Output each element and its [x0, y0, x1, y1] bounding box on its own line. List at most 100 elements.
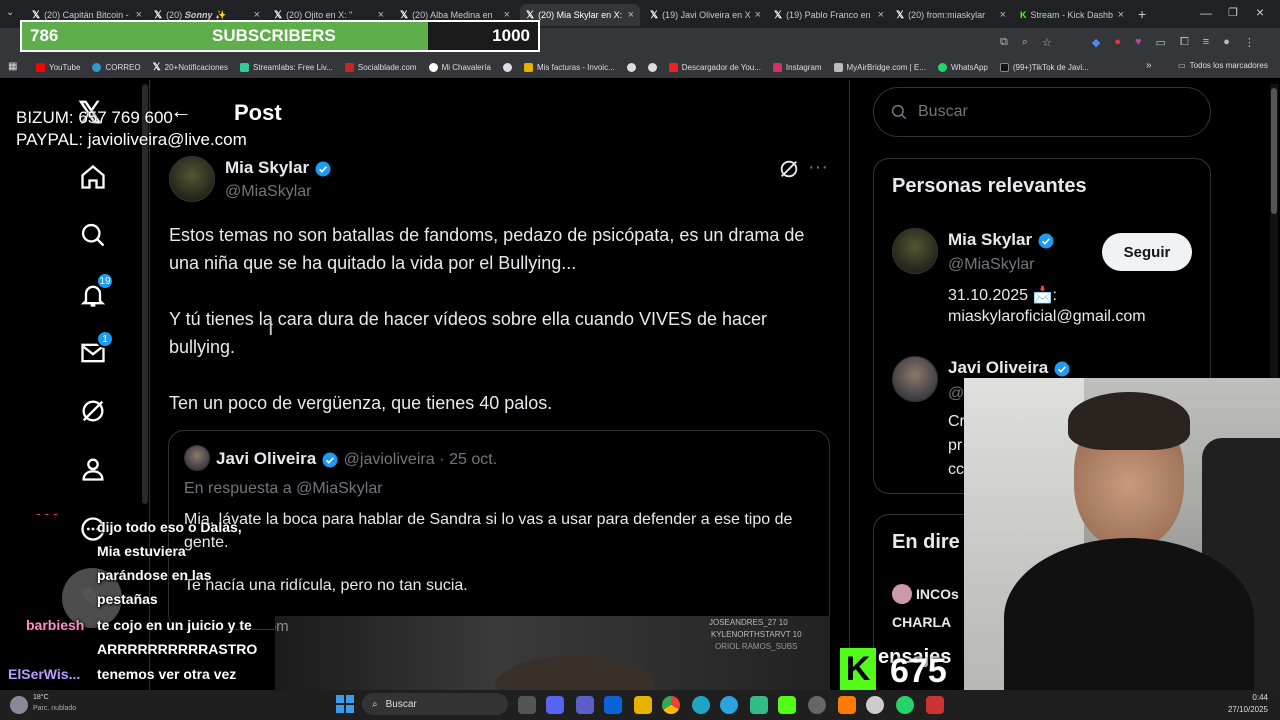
zoom-icon[interactable]: ⌕ — [1022, 36, 1028, 50]
weather-icon[interactable] — [10, 696, 28, 714]
person-avatar[interactable] — [892, 356, 938, 402]
extension-icon[interactable]: ◆ — [1092, 36, 1100, 50]
reading-list-icon[interactable]: ≡ — [1203, 36, 1209, 50]
tab-search-icon[interactable]: ⌄ — [6, 7, 20, 21]
extension-icon[interactable]: ▭ — [1156, 36, 1166, 50]
bookmark-item[interactable] — [647, 62, 657, 72]
subscriber-goal-bar: 786 SUBSCRIBERS 1000 — [20, 20, 540, 52]
bookmark-item[interactable]: Descargador de You... — [668, 62, 761, 72]
grok-icon[interactable] — [78, 396, 108, 426]
extension-icon[interactable]: ● — [1114, 36, 1121, 50]
telegram-icon[interactable] — [720, 696, 738, 714]
live-item[interactable]: INCOs — [916, 586, 959, 602]
author-avatar[interactable] — [169, 156, 215, 202]
bookmark-item[interactable]: Mis facturas - Invoic... — [523, 62, 615, 72]
bookmark-item[interactable]: (99+)TikTok de Javi... — [999, 62, 1089, 72]
all-bookmarks-folder[interactable]: ▭ Todos los marcadores — [1178, 61, 1268, 70]
bookmark-item[interactable]: MyAirBridge.com | E... — [833, 62, 926, 72]
bookmark-label: Todos los marcadores — [1189, 61, 1268, 70]
browser-tab[interactable]: 𝕏 (19) Javi Oliveira en X × — [644, 4, 766, 26]
more-bookmarks-icon[interactable]: » — [1146, 60, 1152, 71]
windows-start-icon[interactable] — [336, 695, 354, 713]
taskbar-search[interactable]: ⌕ Buscar — [362, 693, 508, 715]
clock-date[interactable]: 27/10/2025 — [1222, 705, 1268, 714]
outlook-icon[interactable] — [604, 696, 622, 714]
home-icon[interactable] — [78, 162, 108, 192]
bookmark-item[interactable]: Mi Chavalería — [428, 62, 491, 72]
star-icon[interactable]: ☆ — [1042, 36, 1052, 50]
app-icon[interactable] — [866, 696, 884, 714]
bookmark-item[interactable]: Streamlabs: Free Liv... — [240, 62, 333, 72]
teams-icon[interactable] — [576, 696, 594, 714]
app-icon[interactable] — [750, 696, 768, 714]
more-options-icon[interactable]: ··· — [808, 156, 828, 179]
person-name[interactable]: Javi Oliveira — [948, 358, 1071, 378]
post-paragraph: Ten un poco de vergüenza, que tienes 40 … — [169, 393, 553, 413]
bookmark-item[interactable]: 𝕏 20+Notificaciones — [153, 62, 228, 73]
scrollbar-thumb[interactable] — [1271, 88, 1277, 214]
menu-icon[interactable]: ⋮ — [1244, 36, 1255, 50]
clock-time[interactable]: 0:44 — [1236, 693, 1268, 702]
weather-temp[interactable]: 18°C — [33, 694, 49, 701]
close-icon[interactable]: × — [1000, 9, 1006, 21]
file-explorer-icon[interactable] — [634, 696, 652, 714]
chat-username: ElSerWis... — [8, 666, 81, 682]
maximize-icon[interactable]: ❐ — [1228, 6, 1238, 19]
live-item[interactable]: CHARLA — [892, 614, 951, 630]
follow-button[interactable]: Seguir — [1102, 233, 1192, 271]
extension-icon[interactable]: ♥ — [1135, 36, 1142, 50]
edge-icon[interactable] — [692, 696, 710, 714]
apps-grid-icon[interactable]: ▦ — [8, 61, 17, 72]
close-icon[interactable]: × — [628, 9, 634, 21]
notifications-bell-icon[interactable]: 19 — [78, 272, 114, 310]
close-window-icon[interactable]: × — [1256, 4, 1264, 20]
author-name[interactable]: Mia Skylar — [225, 158, 332, 178]
bookmark-item[interactable] — [626, 62, 636, 72]
kick-app-icon[interactable] — [778, 696, 796, 714]
bookmark-item[interactable]: CORREO — [92, 62, 141, 72]
messages-envelope-icon[interactable]: 1 — [78, 330, 114, 368]
bookmark-item[interactable]: Instagram — [772, 62, 822, 72]
app-icon[interactable] — [838, 696, 856, 714]
obs-icon[interactable] — [808, 696, 826, 714]
mail-icon — [92, 62, 102, 72]
browser-tab[interactable]: 𝕏 (19) Pablo Franco en × — [768, 4, 890, 26]
explore-search-icon[interactable] — [78, 220, 108, 250]
profile-avatar-icon[interactable]: ● — [1223, 36, 1230, 50]
app-icon[interactable] — [926, 696, 944, 714]
person-avatar[interactable] — [892, 228, 938, 274]
live-avatar[interactable] — [892, 584, 912, 604]
discord-icon[interactable] — [546, 696, 564, 714]
chrome-icon[interactable] — [662, 696, 680, 714]
browser-tab[interactable]: K Stream - Kick Dashb × — [1014, 4, 1130, 26]
browser-tab[interactable]: 𝕏 (20) from:miaskylar × — [890, 4, 1012, 26]
quoted-author-name: Javi Oliveira — [216, 449, 317, 468]
tab-label: (19) Javi Oliveira en X — [662, 10, 751, 20]
bookmark-label: Mi Chavalería — [441, 62, 491, 72]
cast-icon[interactable]: ⧉ — [1000, 36, 1008, 50]
author-handle[interactable]: @MiaSkylar — [225, 183, 311, 201]
task-view-icon[interactable] — [518, 696, 536, 714]
minimize-icon[interactable]: — — [1200, 6, 1212, 20]
grok-explain-icon[interactable] — [778, 158, 800, 180]
bookmark-item[interactable]: Socialblade.com — [344, 62, 417, 72]
search-input[interactable]: Buscar — [873, 87, 1211, 137]
close-icon[interactable]: × — [1118, 9, 1124, 21]
bookmark-item[interactable]: YouTube — [36, 62, 80, 72]
x-logo-icon: 𝕏 — [774, 9, 783, 21]
extensions-puzzle-icon[interactable]: ⧠ — [1180, 36, 1189, 50]
x-logo-icon: 𝕏 — [526, 9, 535, 21]
kick-icon: K — [1020, 10, 1027, 20]
person-name[interactable]: Mia Skylar — [948, 230, 1055, 250]
bookmark-item[interactable]: WhatsApp — [937, 62, 988, 72]
close-icon[interactable]: × — [878, 9, 884, 21]
chat-message: ARRRRRRRRRRASTRO — [97, 641, 258, 657]
sub-current: 786 — [30, 26, 59, 45]
close-icon[interactable]: × — [755, 9, 761, 21]
profile-icon[interactable] — [78, 454, 108, 484]
new-tab-icon[interactable]: + — [1138, 6, 1146, 22]
whatsapp-icon[interactable] — [896, 696, 914, 714]
bookmark-item[interactable] — [502, 62, 512, 72]
back-arrow-icon[interactable]: ← — [170, 98, 192, 124]
sub-goal: 1000 — [492, 26, 530, 45]
